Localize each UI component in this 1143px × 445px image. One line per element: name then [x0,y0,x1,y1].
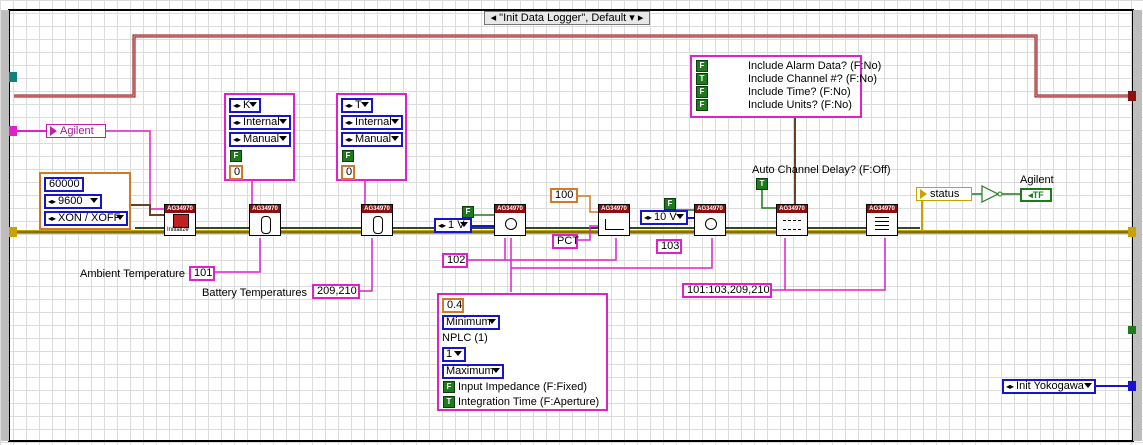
chevron-down-icon [460,222,468,227]
configure-scaling-vi[interactable]: AG34970 [598,204,630,236]
integration-time-bool[interactable]: T [443,396,455,408]
voltage-value-constant[interactable]: 0.4 [442,298,464,313]
scaling-icon [605,219,624,230]
scan-list-constant[interactable]: 101:103,209,210 [682,283,772,298]
pct-constant[interactable]: PCT [552,234,579,249]
case-selector[interactable]: ◂ "Init Data Logger", Default ▾ ▸ [484,11,650,25]
list-icon [875,217,889,231]
thermometer-icon [261,216,271,234]
initialize-label: Initialize [167,227,189,233]
include-alarm-label: Include Alarm Data? (F:No) [748,60,882,72]
chevron-down-icon [279,136,287,141]
thermocouple-cluster-2: ◂▸ T ◂▸ Internal ◂▸ Manual F 0 [336,93,407,181]
tc-ref-ring-1[interactable]: ◂▸ Internal [229,115,291,130]
increment-icon: ◂▸ [48,214,57,223]
channel-102-constant[interactable]: 102 [442,253,468,268]
integration-time-label: Integration Time (F:Aperture) [458,396,600,408]
configure-thermocouple-vi-2[interactable]: AG34970 [361,204,393,236]
case-selector-label: "Init Data Logger", Default [499,12,627,24]
include-units-bool[interactable]: F [696,99,708,111]
tc-bool-1[interactable]: F [230,150,242,162]
agilent-indicator-label: Agilent [1020,174,1054,186]
chevron-down-icon [116,215,124,220]
chevron-down-icon [676,214,684,219]
chevron-down-icon [279,119,287,124]
tc-ref-ring-2[interactable]: ◂▸ Internal [341,115,403,130]
voltmeter-icon [705,218,717,230]
chevron-down-icon [488,319,496,324]
thermometer-icon [373,216,383,234]
tc-num-1[interactable]: 0 [229,165,243,180]
configure-thermocouple-vi-1[interactable]: AG34970 [249,204,281,236]
status-unbundle[interactable]: status [916,187,972,201]
range-bool-1[interactable]: F [462,206,474,218]
string-terminal-icon [50,126,57,137]
unbundle-terminal-icon [920,189,927,200]
initialize-vi[interactable]: AG34970 Initialize [164,204,196,236]
auto-channel-delay-label: Auto Channel Delay? (F:Off) [752,164,891,176]
chevron-down-icon [90,198,98,203]
increment-icon: ◂▸ [48,197,57,206]
scan-icon [783,220,801,230]
include-time-label: Include Time? (F:No) [748,86,851,98]
battery-channels-constant[interactable]: 209,210 [312,284,360,299]
tc-type-ring-2[interactable]: ◂▸ T [341,98,373,113]
case-dropdown-icon[interactable]: ▾ [629,12,635,24]
ambient-channel-constant[interactable]: 101 [189,266,215,281]
serial-timeout-constant[interactable]: 60000 [44,177,84,192]
options-cluster: F Include Alarm Data? (F:No) T Include C… [690,55,881,118]
case-increment-icon[interactable]: ▸ [638,12,644,24]
chevron-down-icon [361,102,369,107]
case-decrement-icon[interactable]: ◂ [491,12,497,24]
range-bool-2[interactable]: F [664,198,676,210]
chevron-down-icon [391,136,399,141]
tc-mode-ring-2[interactable]: ◂▸ Manual [341,132,403,147]
nplc-ring[interactable]: 1 [442,347,466,362]
chevron-down-icon [249,102,257,107]
tc-num-2[interactable]: 0 [341,165,355,180]
tc-type-ring-1[interactable]: ◂▸ K [229,98,261,113]
thermocouple-cluster-1: ◂▸ K ◂▸ Internal ◂▸ Manual F 0 [224,93,295,181]
input-impedance-bool[interactable]: F [443,381,455,393]
auto-channel-delay-bool[interactable]: T [756,178,768,190]
include-channel-label: Include Channel #? (F:No) [748,73,878,85]
voltage-max-ring[interactable]: Maximum [442,364,504,379]
agilent-indicator[interactable]: ◂TF [1020,188,1052,202]
tc-bool-2[interactable]: F [342,150,354,162]
configure-voltage-vi-2[interactable]: AG34970 [694,204,726,236]
include-units-label: Include Units? (F:No) [748,99,852,111]
agilent-string-value: Agilent [60,125,94,137]
baud-rate-ring[interactable]: ◂▸ 9600 [44,194,102,209]
channel-103-constant[interactable]: 103 [656,239,682,254]
voltage-settings-cluster: 0.4 Minimum NPLC (1) 1 Maximum F Input I… [437,293,608,411]
include-time-bool[interactable]: F [696,86,708,98]
agilent-string-control[interactable]: Agilent [46,124,106,138]
range-10v-ring[interactable]: ◂▸ 10 V [640,210,688,225]
chevron-down-icon [391,119,399,124]
configure-format-vi[interactable]: AG34970 [866,204,898,236]
chevron-down-icon [492,368,500,373]
include-channel-bool[interactable]: T [696,73,708,85]
configure-scan-vi[interactable]: AG34970 [776,204,808,236]
ambient-temperature-label: Ambient Temperature [80,268,185,280]
input-impedance-label: Input Impedance (F:Fixed) [458,381,588,393]
nplc-label: NPLC (1) [442,332,488,344]
range-1v-ring[interactable]: ◂▸ 1 V [434,218,472,233]
include-alarm-bool[interactable]: F [696,60,708,72]
tc-mode-ring-1[interactable]: ◂▸ Manual [229,132,291,147]
configure-voltage-vi-1[interactable]: AG34970 [494,204,526,236]
status-label: status [930,188,960,200]
next-case-ring[interactable]: ◂▸ Init Yokogawa [1002,379,1096,394]
flow-control-ring[interactable]: ◂▸ XON / XOFF [44,211,128,226]
voltmeter-icon [505,218,517,230]
chevron-down-icon [1084,383,1092,388]
initialize-icon [173,214,189,228]
serial-settings-cluster: 60000 ◂▸ 9600 ◂▸ XON / XOFF [39,172,131,230]
hundred-constant[interactable]: 100 [550,188,578,203]
battery-temperatures-label: Battery Temperatures [202,287,307,299]
chevron-down-icon [454,351,462,356]
voltage-min-ring[interactable]: Minimum [442,315,500,330]
